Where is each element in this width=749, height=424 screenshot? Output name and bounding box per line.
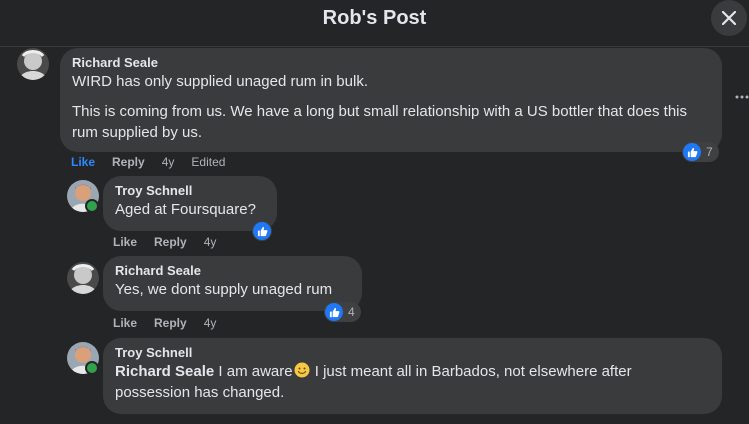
timestamp[interactable]: 4y: [162, 155, 175, 169]
comment-text-part: I am aware: [218, 363, 293, 380]
avatar[interactable]: [67, 262, 99, 294]
comment-bubble: Troy Schnell Aged at Foursquare?: [103, 176, 277, 231]
comment-author[interactable]: Richard Seale: [115, 263, 350, 279]
comment-text: Yes, we dont supply unaged rum: [115, 281, 333, 298]
comment-actions: Like Reply 4y Edited: [71, 154, 225, 170]
like-reaction-icon: [253, 222, 271, 240]
smile-emoji-icon: [294, 362, 310, 378]
page-title: Rob's Post: [322, 7, 427, 29]
comment-text: WIRD has only supplied unaged rum in bul…: [72, 71, 710, 143]
like-link[interactable]: Like: [113, 316, 137, 330]
comment-author[interactable]: Troy Schnell: [115, 345, 710, 361]
like-link[interactable]: Like: [113, 235, 137, 249]
comment-text: Richard Seale I am aware I just meant al…: [115, 361, 710, 403]
reply-link[interactable]: Reply: [112, 155, 145, 169]
reply-link[interactable]: Reply: [154, 316, 187, 330]
comment-bubble: Troy Schnell Richard Seale I am aware I …: [103, 338, 722, 414]
like-reaction-icon: [683, 143, 701, 161]
close-icon: [722, 11, 736, 25]
close-button[interactable]: [711, 0, 747, 36]
reaction-summary[interactable]: 4: [324, 302, 361, 322]
comment-paragraph: This is coming from us. We have a long b…: [72, 103, 688, 141]
comment-actions: Like Reply 4y: [113, 234, 216, 250]
comment-author[interactable]: Richard Seale: [72, 55, 710, 71]
comment-paragraph: WIRD has only supplied unaged rum in bul…: [72, 73, 368, 90]
reaction-summary[interactable]: 7: [682, 142, 719, 162]
reaction-count: 7: [706, 145, 713, 159]
reaction-summary[interactable]: [252, 221, 272, 241]
more-icon[interactable]: [735, 94, 749, 100]
online-status-dot: [85, 361, 99, 375]
comment-text: Aged at Foursquare?: [115, 201, 256, 218]
comment-bubble: Richard Seale WIRD has only supplied una…: [60, 48, 722, 152]
online-status-dot: [85, 199, 99, 213]
comment-bubble: Richard Seale Yes, we dont supply unaged…: [103, 256, 362, 311]
like-reaction-icon: [325, 303, 343, 321]
modal-header: Rob's Post: [0, 0, 749, 47]
timestamp[interactable]: 4y: [204, 316, 217, 330]
comment-actions: Like Reply 4y: [113, 315, 216, 331]
reply-link[interactable]: Reply: [154, 235, 187, 249]
timestamp[interactable]: 4y: [204, 235, 217, 249]
avatar[interactable]: [17, 48, 49, 80]
edited-label[interactable]: Edited: [191, 155, 225, 169]
mention-link[interactable]: Richard Seale: [115, 363, 214, 380]
reaction-count: 4: [348, 305, 355, 319]
like-link[interactable]: Like: [71, 155, 95, 169]
comment-author[interactable]: Troy Schnell: [115, 183, 265, 199]
